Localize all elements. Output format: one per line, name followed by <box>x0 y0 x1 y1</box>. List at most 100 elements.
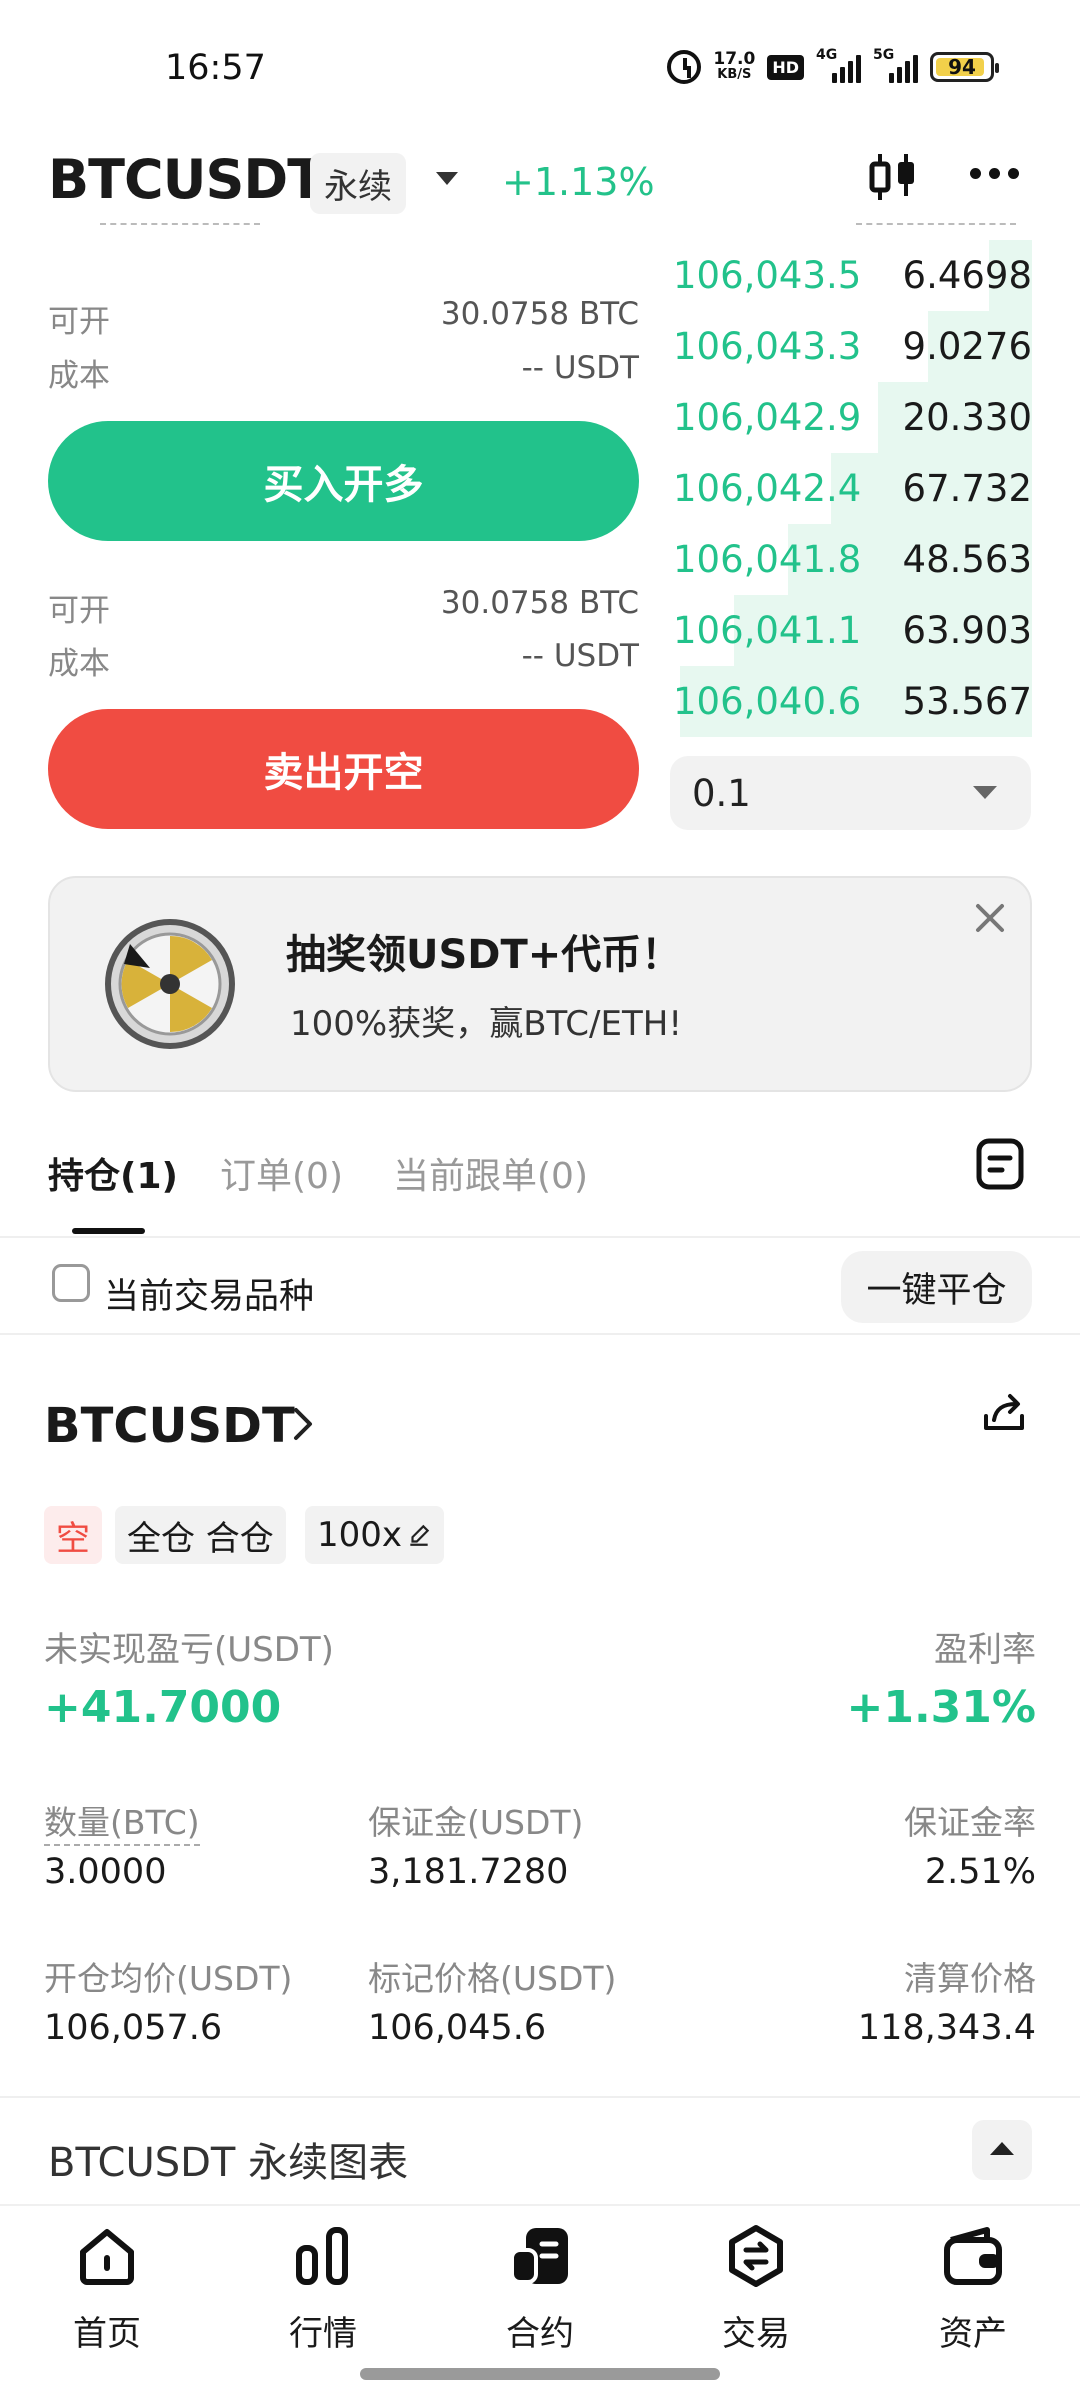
bid-price: 106,043.5 <box>673 254 862 297</box>
quantity-precision-select[interactable]: 0.1 <box>670 756 1031 830</box>
net-speed-unit: KB/S <box>717 67 752 82</box>
bid-price: 106,042.9 <box>673 396 862 439</box>
current-symbol-checkbox[interactable] <box>52 1264 90 1302</box>
net-speed-value: 17.0 <box>713 49 756 69</box>
tab-positions[interactable]: 持仓(1) <box>48 1147 178 1199</box>
signal-icon: 5G <box>873 47 918 83</box>
chart-section-title[interactable]: BTCUSDT 永续图表 <box>48 2130 408 2188</box>
close-icon[interactable] <box>972 900 1008 936</box>
cost-label: 成本 <box>48 358 110 394</box>
order-book-row[interactable]: 106,041.8 48.563 <box>673 524 1032 595</box>
bid-qty: 63.903 <box>902 609 1032 652</box>
divider <box>0 1333 1080 1335</box>
cost-value: -- USDT <box>521 638 639 674</box>
nav-label: 合约 <box>506 2314 574 2354</box>
stat-label: 保证金(USDT) <box>368 1803 584 1842</box>
order-book-row[interactable]: 106,043.5 6.4698 <box>673 240 1032 311</box>
promo-banner[interactable]: 抽奖领USDT+代币！ 100%获奖，赢BTC/ETH! <box>48 876 1032 1092</box>
nav-label: 资产 <box>939 2314 1007 2354</box>
status-icons: 17.0 KB/S HD 4G 5G 94 <box>667 47 999 84</box>
tab-copy-trades[interactable]: 当前跟单(0) <box>393 1147 588 1199</box>
active-tab-indicator <box>72 1228 145 1234</box>
bid-qty: 20.330 <box>902 396 1032 439</box>
leverage-tag[interactable]: 100x <box>305 1506 445 1564</box>
promo-title: 抽奖领USDT+代币！ <box>286 932 682 978</box>
hd-icon: HD <box>767 54 804 80</box>
bid-qty: 67.732 <box>902 467 1032 510</box>
stat-value: 2.51% <box>924 1852 1036 1892</box>
stat-label: 标记价格(USDT) <box>368 1959 617 1998</box>
margin-mode-tag: 全仓 合仓 <box>115 1506 286 1564</box>
stat-label: 清算价格 <box>904 1959 1036 1998</box>
divider <box>856 223 1016 225</box>
nav-label: 交易 <box>722 2314 790 2354</box>
order-book-row[interactable]: 106,041.1 63.903 <box>673 595 1032 666</box>
nav-label: 行情 <box>289 2314 357 2354</box>
net-speed: 17.0 KB/S <box>713 51 755 83</box>
unrealized-pnl-value: +41.7000 <box>44 1682 282 1733</box>
stat-value: 106,045.6 <box>368 2008 547 2048</box>
chart-collapse-button[interactable] <box>972 2120 1032 2180</box>
order-book-row[interactable]: 106,042.4 67.732 <box>673 453 1032 524</box>
order-book-row[interactable]: 106,042.9 20.330 <box>673 382 1032 453</box>
leverage-value: 100x <box>317 1515 403 1555</box>
price-change: +1.13% <box>502 160 655 204</box>
chevron-down-icon <box>973 786 997 799</box>
edit-icon[interactable] <box>406 1522 432 1548</box>
bid-qty: 48.563 <box>902 538 1032 581</box>
stat-value: 118,343.4 <box>857 2008 1036 2048</box>
divider <box>0 1236 1080 1238</box>
more-icon[interactable] <box>970 168 1019 179</box>
candlestick-chart-icon[interactable] <box>866 152 920 202</box>
contract-type-tag: 永续 <box>310 153 406 214</box>
symbol-title[interactable]: BTCUSDT <box>48 148 324 211</box>
bid-price: 106,040.6 <box>673 680 862 723</box>
cost-value: -- USDT <box>521 350 639 386</box>
nav-label: 首页 <box>73 2314 141 2354</box>
bid-price: 106,043.3 <box>673 325 862 368</box>
trade-icon <box>729 2225 783 2287</box>
nav-trade[interactable]: 交易 <box>681 2224 831 2355</box>
tab-orders[interactable]: 订单(0) <box>220 1147 343 1199</box>
stat-value: 3.0000 <box>44 1852 167 1892</box>
order-book-row[interactable]: 106,040.6 53.567 <box>673 666 1032 737</box>
buy-long-button[interactable]: 买入开多 <box>48 421 639 541</box>
bid-price: 106,042.4 <box>673 467 862 510</box>
alarm-icon <box>667 50 702 84</box>
signal-icon: 4G <box>816 47 861 83</box>
quantity-precision-value: 0.1 <box>692 772 751 815</box>
current-symbol-label[interactable]: 当前交易品种 <box>104 1268 314 1319</box>
wallet-icon <box>944 2227 1002 2285</box>
side-tag: 空 <box>44 1506 102 1564</box>
status-time: 16:57 <box>165 48 266 88</box>
battery-icon: 94 <box>930 52 999 82</box>
chevron-right-icon[interactable] <box>288 1406 318 1442</box>
bid-qty: 9.0276 <box>902 325 1032 368</box>
nav-market[interactable]: 行情 <box>248 2224 398 2355</box>
stat-value: 106,057.6 <box>44 2008 223 2048</box>
share-icon[interactable] <box>980 1388 1028 1436</box>
nav-home[interactable]: 首页 <box>32 2224 182 2355</box>
unrealized-pnl-label: 未实现盈亏(USDT) <box>44 1630 334 1670</box>
lottery-wheel-icon <box>105 919 235 1049</box>
position-symbol[interactable]: BTCUSDT <box>44 1398 295 1454</box>
home-indicator <box>360 2368 720 2380</box>
available-label: 可开 <box>48 304 110 340</box>
close-all-button[interactable]: 一键平仓 <box>841 1251 1032 1323</box>
stat-label[interactable]: 数量(BTC) <box>44 1796 200 1846</box>
roe-label: 盈利率 <box>934 1630 1036 1670</box>
nav-contract[interactable]: 合约 <box>465 2224 615 2355</box>
nav-assets[interactable]: 资产 <box>898 2224 1048 2355</box>
signal-5g-label: 5G <box>873 47 895 63</box>
cost-label: 成本 <box>48 646 110 682</box>
contract-icon <box>510 2228 568 2284</box>
roe-value: +1.31% <box>846 1682 1036 1733</box>
sell-short-button[interactable]: 卖出开空 <box>48 709 639 829</box>
document-icon[interactable] <box>976 1138 1024 1190</box>
signal-4g-label: 4G <box>816 47 838 63</box>
bid-price: 106,041.8 <box>673 538 862 581</box>
symbol-dropdown-icon[interactable] <box>436 172 458 185</box>
stat-value: 3,181.7280 <box>368 1852 569 1892</box>
bid-price: 106,041.1 <box>673 609 862 652</box>
order-book-row[interactable]: 106,043.3 9.0276 <box>673 311 1032 382</box>
